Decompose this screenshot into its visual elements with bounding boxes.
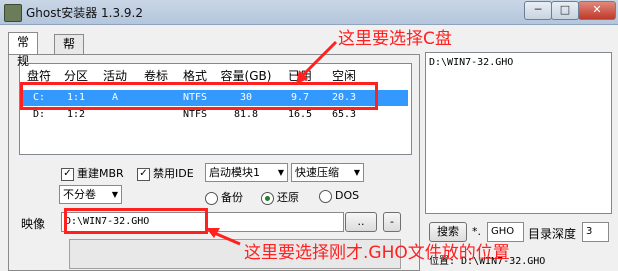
annotation-bottom-text: 这里要选择刚才.GHO文件放的位置: [244, 243, 510, 263]
arrow-line-top: [298, 40, 338, 80]
annotation-top-text: 这里要选择C盘: [338, 29, 452, 49]
annotation-arrows: [206, 40, 338, 246]
tab-general[interactable]: 常规: [8, 32, 39, 68]
